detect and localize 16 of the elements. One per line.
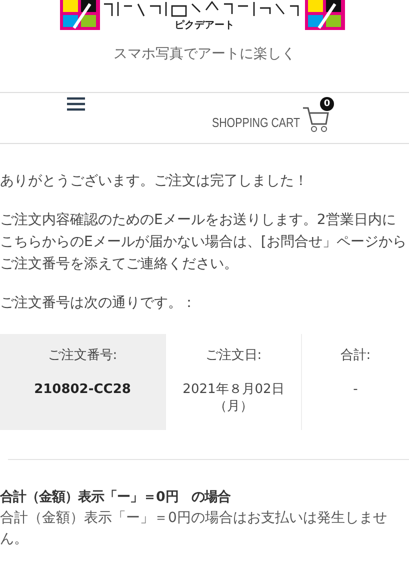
table-header: ご注文番号: xyxy=(48,347,118,364)
table-cell: - xyxy=(353,381,358,398)
notice-title: 合計（金額）表示「ー」＝0円 の場合 xyxy=(0,488,232,507)
table-cell-text: 2021年８月02日（月） xyxy=(182,381,286,415)
table-header: ご注文日: xyxy=(205,347,262,364)
message-text: ご注文内容確認のためのEメールをお送りします。2営業日内にこちらからのEメールが届かない場合は、[お問合せ」ページからご注文番号を添えてご連絡ください。 xyxy=(0,211,408,274)
cart-count-badge: 0 xyxy=(320,97,334,111)
logo-subtitle: ピクデアート xyxy=(174,20,236,31)
message-text: ご注文番号は次の通りです。： xyxy=(0,294,197,313)
notice-text: 合計（金額）表示「ー」＝0円の場合はお支払いは発生しません。 xyxy=(0,509,388,549)
tagline: スマホ写真でアートに楽しく xyxy=(114,45,296,63)
message-text: ありがとうございます。ご注文は完了しました！ xyxy=(0,172,309,191)
shopping-cart-link[interactable]: SHOPPING CART 0 xyxy=(212,95,336,135)
table-header: 合計: xyxy=(340,347,371,364)
table-cell: 210802-CC28 xyxy=(34,381,131,398)
menu-icon[interactable] xyxy=(67,97,85,111)
